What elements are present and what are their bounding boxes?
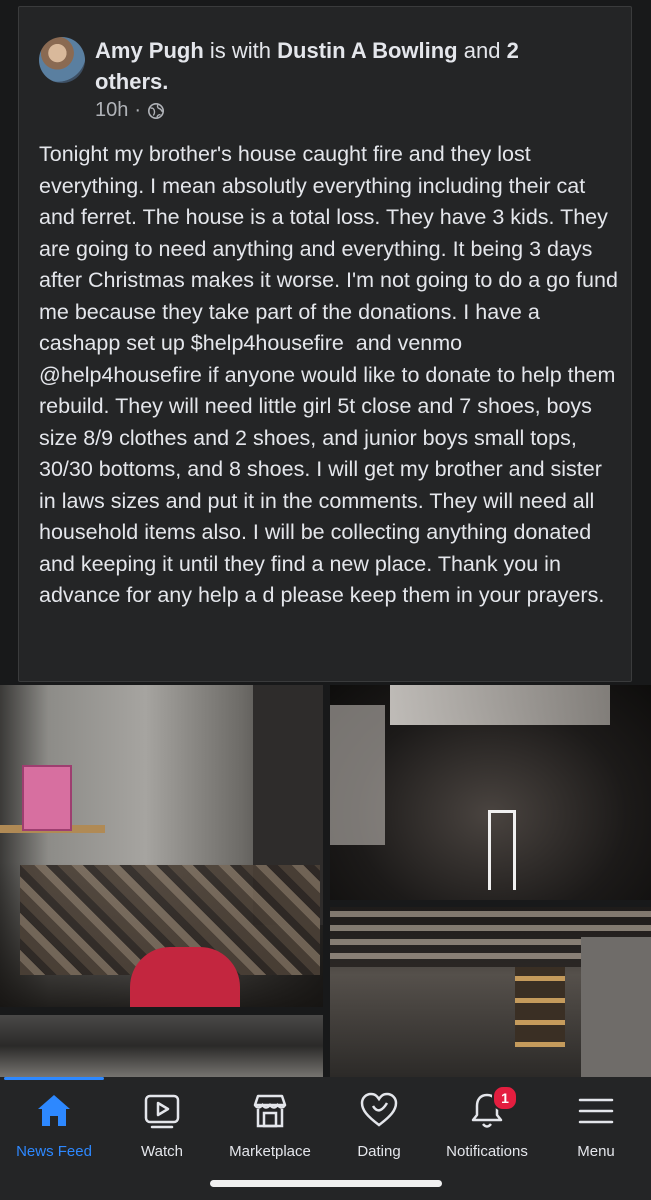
photo-ceiling: [390, 685, 610, 725]
photo-white-chair: [488, 810, 516, 890]
photo-chair: [130, 947, 240, 1007]
tab-label: Notifications: [446, 1143, 528, 1160]
post-time[interactable]: 10h: [95, 99, 128, 122]
marketplace-icon: [253, 1094, 287, 1128]
post-meta: 10h ·: [95, 99, 165, 122]
post-card: Amy Pugh is with Dustin A Bowling and 2 …: [18, 6, 632, 682]
meta-separator: ·: [134, 99, 142, 121]
tagged-name[interactable]: Dustin A Bowling: [277, 38, 457, 63]
photo-basket: [22, 765, 72, 831]
tab-label: Dating: [357, 1143, 401, 1160]
home-icon: [38, 1095, 70, 1126]
menu-icon: [578, 1098, 614, 1124]
tab-marketplace[interactable]: Marketplace: [216, 1091, 324, 1160]
dating-icon: [360, 1092, 398, 1127]
tab-menu[interactable]: Menu: [542, 1091, 650, 1160]
tab-notifications[interactable]: 1 Notifications: [433, 1085, 541, 1160]
photo-wall: [581, 937, 651, 1077]
photo-burned-ceiling[interactable]: [0, 1015, 323, 1077]
author-name[interactable]: Amy Pugh: [95, 38, 204, 63]
notification-badge: 1: [492, 1085, 518, 1111]
tab-label: Watch: [141, 1143, 183, 1160]
photo-bookshelf: [515, 967, 565, 1047]
tab-dating[interactable]: Dating: [325, 1091, 433, 1160]
author-avatar[interactable]: [39, 37, 85, 83]
watch-icon: [144, 1094, 180, 1129]
photo-grid[interactable]: [0, 685, 651, 1077]
home-indicator[interactable]: [210, 1180, 442, 1187]
with-text: is with: [203, 38, 278, 63]
active-tab-indicator: [4, 1077, 104, 1080]
photo-wall: [330, 705, 385, 845]
tab-label: Marketplace: [229, 1143, 311, 1160]
post-header: Amy Pugh is with Dustin A Bowling and 2 …: [95, 35, 595, 97]
tab-label: Menu: [577, 1143, 615, 1160]
globe-icon: [148, 102, 165, 119]
tab-watch[interactable]: Watch: [108, 1091, 216, 1160]
tab-label: News Feed: [16, 1143, 92, 1160]
photo-burned-hallway[interactable]: [330, 907, 651, 1077]
tab-news-feed[interactable]: News Feed: [0, 1091, 108, 1160]
photo-burned-room[interactable]: [330, 685, 651, 900]
post-body-text: Tonight my brother's house caught fire a…: [39, 142, 624, 607]
and-text: and: [457, 38, 507, 63]
photo-burned-kitchen-shelf[interactable]: [0, 685, 323, 1007]
